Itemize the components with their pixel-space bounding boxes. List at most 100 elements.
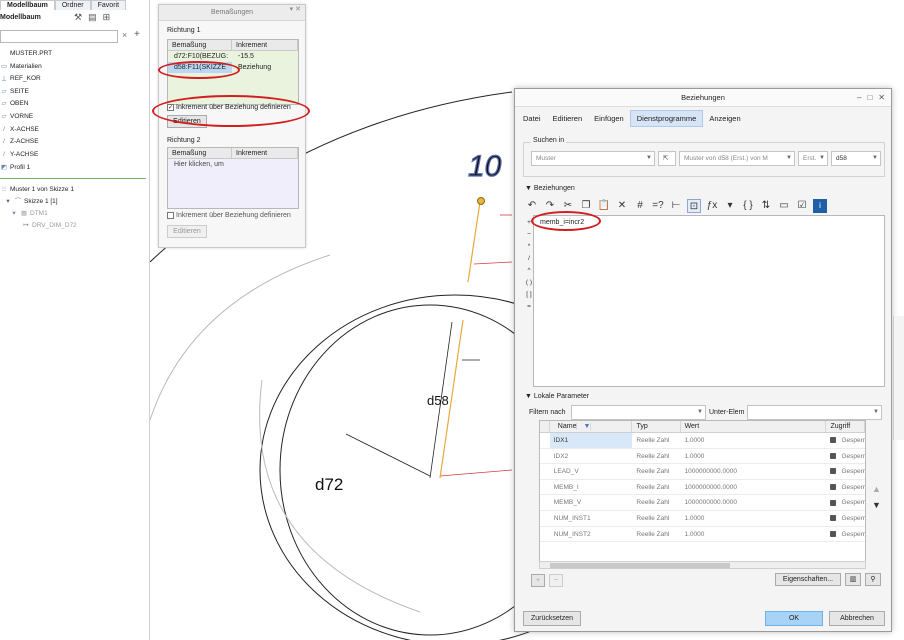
- menu-anzeigen[interactable]: Anzeigen: [703, 110, 746, 127]
- operator-button[interactable]: =: [525, 303, 533, 310]
- paste-icon[interactable]: 📋: [597, 199, 611, 213]
- search-type-select[interactable]: Muster ▼: [531, 151, 655, 166]
- table-row[interactable]: IDX1 Reelle Zahl 1.0000 Gesperr: [540, 433, 865, 449]
- tree-item[interactable]: ▱ VORNE: [0, 111, 34, 122]
- local-params-section-header[interactable]: ▼ Lokale Parameter: [525, 393, 589, 400]
- filter-select[interactable]: ▼: [571, 405, 706, 420]
- cancel-button[interactable]: Abbrechen: [829, 611, 885, 626]
- operator-button[interactable]: ( ): [525, 279, 533, 286]
- relations-editor[interactable]: memb_i=incr2: [533, 215, 885, 387]
- params-hscrollbar[interactable]: [539, 561, 866, 569]
- operator-button[interactable]: −: [525, 231, 533, 238]
- tree-settings-icon[interactable]: ⚒: [74, 12, 82, 23]
- toggle-dims-icon[interactable]: ⊡: [687, 199, 701, 213]
- relations-section-header[interactable]: ▼ Beziehungen: [525, 185, 575, 192]
- close-icon[interactable]: ✕: [878, 93, 885, 102]
- table-row[interactable]: MEMB_V Reelle Zahl 1000000000.0000 Gesperr: [540, 495, 865, 511]
- table-row[interactable]: IDX2 Reelle Zahl 1.0000 Gesperr: [540, 449, 865, 465]
- operator-button[interactable]: *: [525, 243, 533, 250]
- menu-editieren[interactable]: Editieren: [547, 110, 589, 127]
- copy-icon[interactable]: ❐: [579, 199, 593, 213]
- tree-item[interactable]: ▱ OBEN: [0, 98, 29, 109]
- tree-item[interactable]: ⟂ REF_KOR: [0, 73, 41, 84]
- increment-by-relation-checkbox-2[interactable]: Inkrement über Beziehung definieren: [167, 212, 291, 219]
- tree-show-icon[interactable]: ▤: [88, 12, 97, 23]
- column-header-value[interactable]: Wert: [681, 421, 827, 432]
- search-level-select[interactable]: Erst. ▼: [798, 151, 828, 166]
- dim-label-d58[interactable]: d58: [427, 393, 449, 408]
- parameters-icon[interactable]: { }: [741, 199, 755, 213]
- orange-axis-line: [467, 201, 481, 283]
- ok-button[interactable]: OK: [765, 611, 823, 626]
- tree-item[interactable]: / Y-ACHSE: [0, 149, 38, 160]
- undo-icon[interactable]: ↶: [525, 199, 539, 213]
- tree-item[interactable]: / Z-ACHSE: [0, 136, 38, 147]
- function-icon[interactable]: ƒx: [705, 199, 719, 213]
- column-header-access[interactable]: Zugriff: [826, 421, 865, 432]
- expand-icon[interactable]: ▾: [4, 196, 12, 207]
- chevron-down-icon[interactable]: ▾: [723, 199, 737, 213]
- minimize-icon[interactable]: –: [857, 93, 861, 102]
- verify-icon[interactable]: ☑: [795, 199, 809, 213]
- menu-einfuegen[interactable]: Einfügen: [588, 110, 630, 127]
- sub-element-select[interactable]: ▼: [747, 405, 882, 420]
- tab-ordner[interactable]: Ordner: [54, 0, 91, 10]
- reset-button[interactable]: Zurücksetzen: [523, 611, 581, 626]
- dimension-icon[interactable]: ⊢: [669, 199, 683, 213]
- clear-icon[interactable]: ×: [122, 30, 127, 40]
- menu-datei[interactable]: Datei: [517, 110, 547, 127]
- panel-window-icons[interactable]: ▾ ✕: [290, 5, 301, 13]
- column-header-name[interactable]: Name ▼: [550, 421, 633, 432]
- search-item-select[interactable]: d58 ▼: [831, 151, 881, 166]
- remove-param-button[interactable]: −: [549, 574, 563, 587]
- dim-label-d72[interactable]: d72: [315, 475, 343, 494]
- properties-button[interactable]: Eigenschaften...: [775, 573, 841, 586]
- insert-value-icon[interactable]: #: [633, 199, 647, 213]
- table-row[interactable]: MEMB_I Reelle Zahl 1000000000.0000 Gesperr: [540, 480, 865, 496]
- tree-item[interactable]: ◩ Profil 1: [0, 162, 30, 173]
- edit-relation-button-2[interactable]: Editieren: [167, 225, 207, 238]
- maximize-icon[interactable]: □: [867, 93, 872, 102]
- table-row[interactable]: LEAD_V Reelle Zahl 1000000000.0000 Gesperr: [540, 464, 865, 480]
- move-up-icon[interactable]: ▲: [872, 484, 881, 494]
- search-context-select[interactable]: Muster von d58 (Erst.) von M ▼: [679, 151, 795, 166]
- delete-icon[interactable]: ✕: [615, 199, 629, 213]
- tree-item[interactable]: MUSTER.PRT: [0, 48, 52, 59]
- operator-button[interactable]: [ ]: [525, 291, 533, 298]
- column-header-type[interactable]: Typ: [632, 421, 681, 432]
- tab-favoriten[interactable]: Favorit: [90, 0, 127, 10]
- tree-item[interactable]: ▾ ▦ DTM1: [10, 208, 47, 219]
- tree-filter-icon[interactable]: ⊞: [103, 12, 111, 23]
- tree-item[interactable]: ▱ SEITE: [0, 86, 29, 97]
- tab-modellbaum[interactable]: Modellbaum: [0, 0, 55, 10]
- tree-search-input[interactable]: [0, 30, 118, 43]
- operator-button[interactable]: /: [525, 255, 533, 262]
- table-row[interactable]: NUM_INST1 Reelle Zahl 1.0000 Gesperr: [540, 511, 865, 527]
- tree-item[interactable]: ⁝⁝ Muster 1 von Skizze 1: [0, 184, 74, 195]
- operator-button[interactable]: ^: [525, 267, 533, 274]
- expand-icon[interactable]: ▾: [10, 208, 18, 219]
- datum-point[interactable]: [477, 197, 485, 205]
- checkbox-unchecked-icon[interactable]: [167, 212, 174, 219]
- move-down-icon[interactable]: ▼: [872, 500, 881, 510]
- pick-icon[interactable]: ⇱: [658, 151, 676, 166]
- table-row[interactable]: NUM_INST2 Reelle Zahl 1.0000 Gesperr: [540, 527, 865, 543]
- tree-item[interactable]: ▭ Materialien: [0, 61, 42, 72]
- units-icon[interactable]: ▭: [777, 199, 791, 213]
- pattern-count-label[interactable]: 10: [467, 149, 502, 183]
- tree-item[interactable]: / X-ACHSE: [0, 124, 39, 135]
- evaluate-icon[interactable]: =?: [651, 199, 665, 213]
- menu-dienstprogramme[interactable]: Dienstprogramme: [629, 110, 704, 127]
- chevron-down-icon: ▼: [872, 155, 878, 161]
- scroll-thumb[interactable]: [550, 563, 730, 568]
- table-row[interactable]: Hier klicken, um: [168, 159, 298, 170]
- tree-item[interactable]: ▾ ⌒ Skizze 1 [1]: [4, 196, 57, 207]
- table-view-icon[interactable]: ▥: [845, 573, 861, 586]
- add-param-button[interactable]: +: [531, 574, 545, 587]
- sketch-icon: ⌒: [14, 198, 22, 205]
- tree-item[interactable]: ↦ DRV_DIM_D72: [22, 220, 76, 231]
- info-icon[interactable]: i: [813, 199, 827, 213]
- binoculars-icon[interactable]: ⚲: [865, 573, 881, 586]
- sort-icon[interactable]: ⇅: [759, 199, 773, 213]
- add-icon[interactable]: +: [134, 29, 140, 40]
